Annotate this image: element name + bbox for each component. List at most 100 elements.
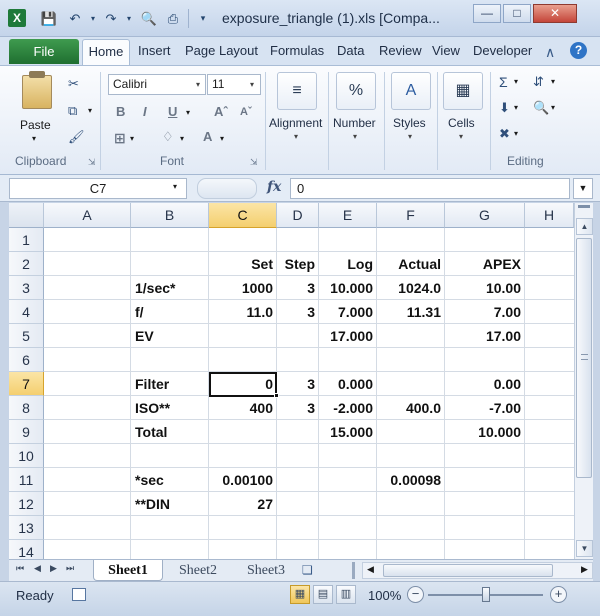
record-macro-icon[interactable] bbox=[72, 588, 86, 601]
cut-icon[interactable]: ✂ bbox=[68, 76, 79, 92]
cell-d7[interactable]: 3 bbox=[277, 372, 319, 396]
close-button[interactable]: ✕ bbox=[533, 4, 577, 23]
percent-icon[interactable]: % bbox=[336, 72, 376, 110]
scroll-right-icon[interactable]: ▶ bbox=[581, 564, 588, 575]
print-preview-icon[interactable]: 🔍 bbox=[140, 10, 158, 27]
help-icon[interactable]: ? bbox=[570, 42, 587, 59]
column-header-c[interactable]: C bbox=[209, 203, 277, 228]
normal-view-icon[interactable]: ▦ bbox=[290, 585, 310, 604]
scroll-down-icon[interactable]: ▼ bbox=[576, 540, 593, 557]
vertical-scroll-thumb[interactable] bbox=[576, 238, 592, 478]
row-header-13[interactable]: 13 bbox=[9, 516, 44, 540]
cell-g3[interactable]: 10.00 bbox=[445, 276, 525, 300]
cell-b7[interactable]: Filter bbox=[131, 372, 209, 396]
insert-worksheet-icon[interactable]: ❏ bbox=[302, 563, 313, 577]
scroll-left-icon[interactable]: ◀ bbox=[367, 564, 374, 575]
copy-dropdown-icon[interactable]: ▾ bbox=[88, 106, 92, 115]
worksheet-grid[interactable]: A B C D E F G H 1 2 3 4 5 6 7 8 9 10 11 … bbox=[9, 203, 574, 559]
cell-e8[interactable]: -2.000 bbox=[319, 396, 377, 420]
paste-button-label[interactable]: Paste bbox=[20, 118, 51, 132]
sheet-tab-sheet3[interactable]: Sheet3 bbox=[234, 560, 298, 581]
horizontal-scrollbar[interactable]: ◀ ▶ bbox=[362, 562, 593, 579]
page-break-preview-icon[interactable]: ▥ bbox=[336, 585, 356, 604]
last-sheet-icon[interactable]: ⏭ bbox=[66, 563, 74, 574]
column-header-f[interactable]: F bbox=[377, 203, 445, 228]
undo-dropdown-icon[interactable]: ▾ bbox=[84, 10, 102, 27]
zoom-out-icon[interactable]: − bbox=[407, 586, 424, 603]
increase-font-icon[interactable]: Aˆ bbox=[214, 104, 228, 119]
formula-input[interactable]: 0 bbox=[290, 178, 570, 199]
cell-e2[interactable]: Log bbox=[319, 252, 377, 276]
number-button[interactable]: Number bbox=[333, 116, 376, 130]
cells-icon[interactable]: ▦ bbox=[443, 72, 483, 110]
cell-c12[interactable]: 27 bbox=[209, 492, 277, 516]
ribbon-minimize-icon[interactable]: ∧ bbox=[545, 44, 555, 61]
scroll-up-icon[interactable]: ▲ bbox=[576, 218, 593, 235]
formula-bar-grip[interactable] bbox=[197, 178, 257, 199]
tab-developer[interactable]: Developer bbox=[473, 43, 532, 58]
font-launcher-icon[interactable]: ⇲ bbox=[250, 157, 258, 168]
name-box-dropdown-icon[interactable]: ▾ bbox=[173, 182, 177, 191]
find-select-icon[interactable]: 🔍 bbox=[533, 100, 549, 116]
font-color-dropdown-icon[interactable]: ▾ bbox=[220, 134, 224, 143]
page-layout-view-icon[interactable]: ▤ bbox=[313, 585, 333, 604]
fill-dropdown-icon[interactable]: ▾ bbox=[514, 103, 518, 112]
alignment-icon[interactable]: ≡ bbox=[277, 72, 317, 110]
cell-b9[interactable]: Total bbox=[131, 420, 209, 444]
underline-icon[interactable]: U bbox=[168, 104, 177, 119]
column-header-h[interactable]: H bbox=[525, 203, 574, 228]
column-header-g[interactable]: G bbox=[445, 203, 525, 228]
customize-toolbar-icon[interactable]: ▾ bbox=[194, 10, 212, 27]
row-header-10[interactable]: 10 bbox=[9, 444, 44, 468]
clear-dropdown-icon[interactable]: ▾ bbox=[514, 129, 518, 138]
cell-e5[interactable]: 17.000 bbox=[319, 324, 377, 348]
underline-dropdown-icon[interactable]: ▾ bbox=[186, 108, 190, 117]
cell-c8[interactable]: 400 bbox=[209, 396, 277, 420]
sort-filter-icon[interactable]: ⇵ bbox=[533, 74, 544, 90]
row-header-1[interactable]: 1 bbox=[9, 228, 44, 252]
cell-g4[interactable]: 7.00 bbox=[445, 300, 525, 324]
clipboard-launcher-icon[interactable]: ⇲ bbox=[88, 157, 96, 168]
cell-c2[interactable]: Set bbox=[209, 252, 277, 276]
tab-review[interactable]: Review bbox=[379, 43, 422, 58]
row-header-3[interactable]: 3 bbox=[9, 276, 44, 300]
italic-icon[interactable]: I bbox=[143, 104, 147, 119]
borders-dropdown-icon[interactable]: ▾ bbox=[130, 134, 134, 143]
decrease-font-icon[interactable]: Aˇ bbox=[240, 106, 252, 118]
styles-icon[interactable]: A bbox=[391, 72, 431, 110]
font-size-dropdown-icon[interactable]: ▾ bbox=[250, 80, 254, 89]
sheet-tab-sheet2[interactable]: Sheet2 bbox=[166, 560, 230, 581]
maximize-button[interactable]: □ bbox=[503, 4, 531, 23]
row-header-2[interactable]: 2 bbox=[9, 252, 44, 276]
zoom-slider-thumb[interactable] bbox=[481, 587, 490, 602]
fill-color-icon[interactable]: ♢ bbox=[162, 129, 174, 145]
clear-icon[interactable]: ✖ bbox=[499, 126, 510, 142]
cell-b8[interactable]: ISO** bbox=[131, 396, 209, 420]
vertical-scrollbar[interactable]: ▲ ▼ bbox=[574, 203, 593, 559]
excel-app-icon[interactable]: X bbox=[8, 9, 26, 27]
sort-filter-dropdown-icon[interactable]: ▾ bbox=[551, 77, 555, 86]
cell-g8[interactable]: -7.00 bbox=[445, 396, 525, 420]
alignment-dropdown-icon[interactable]: ▾ bbox=[294, 132, 298, 141]
styles-button[interactable]: Styles bbox=[393, 116, 426, 130]
tab-view[interactable]: View bbox=[432, 43, 460, 58]
autosum-icon[interactable]: Σ bbox=[499, 74, 508, 90]
cell-g9[interactable]: 10.000 bbox=[445, 420, 525, 444]
cell-b5[interactable]: EV bbox=[131, 324, 209, 348]
tab-formulas[interactable]: Formulas bbox=[270, 43, 324, 58]
cell-g7[interactable]: 0.00 bbox=[445, 372, 525, 396]
redo-dropdown-icon[interactable]: ▾ bbox=[120, 10, 138, 27]
row-header-5[interactable]: 5 bbox=[9, 324, 44, 348]
cell-f8[interactable]: 400.0 bbox=[377, 396, 445, 420]
tab-split-handle[interactable] bbox=[352, 562, 355, 579]
cell-c3[interactable]: 1000 bbox=[209, 276, 277, 300]
previous-sheet-icon[interactable]: ◀ bbox=[34, 563, 41, 574]
bold-icon[interactable]: B bbox=[116, 104, 125, 119]
row-header-11[interactable]: 11 bbox=[9, 468, 44, 492]
cell-b3[interactable]: 1/sec* bbox=[131, 276, 209, 300]
format-painter-icon[interactable]: 🖌 bbox=[68, 129, 85, 145]
row-header-12[interactable]: 12 bbox=[9, 492, 44, 516]
undo-icon[interactable]: ↶ bbox=[66, 10, 84, 27]
font-name-dropdown-icon[interactable]: ▾ bbox=[196, 80, 200, 89]
fill-handle[interactable] bbox=[274, 393, 279, 398]
